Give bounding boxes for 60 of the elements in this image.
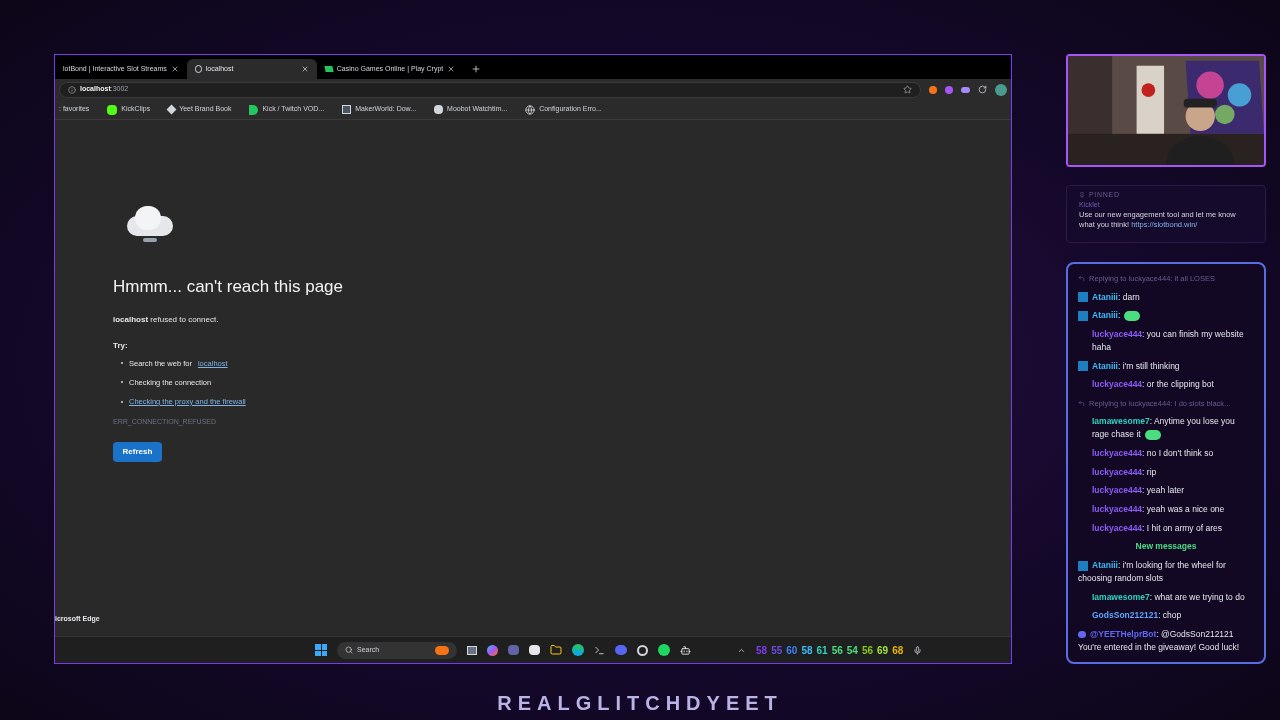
tray-reading: 54 bbox=[846, 643, 858, 658]
tray-reading: 56 bbox=[861, 643, 873, 658]
chat-message: Iamawesome7: what are we trying to do bbox=[1091, 590, 1246, 604]
error-message: localhost refused to connect. bbox=[113, 313, 220, 326]
close-icon[interactable] bbox=[170, 65, 179, 73]
windows-start-icon[interactable] bbox=[315, 644, 327, 656]
chat-message: Ataniii: i'm still thinking bbox=[1078, 359, 1254, 373]
tray-reading: 58 bbox=[756, 643, 768, 658]
reply-icon bbox=[1078, 275, 1085, 282]
chat-message: Ataniii: darn bbox=[1078, 290, 1254, 304]
emote-icon bbox=[1124, 311, 1141, 322]
reply-icon bbox=[1078, 399, 1085, 407]
close-icon[interactable] bbox=[300, 65, 309, 73]
new-messages-divider: New messages bbox=[1134, 540, 1198, 554]
chat-message: luckyace444: yeah later bbox=[1091, 484, 1186, 498]
folder-icon[interactable] bbox=[550, 644, 562, 656]
chat-message: Ataniii: i'm looking for the wheel for choosing random slots bbox=[1078, 558, 1227, 585]
tray-reading: 58 bbox=[801, 643, 813, 658]
hammer-badge-icon bbox=[1078, 560, 1088, 571]
tray-reading: 55 bbox=[771, 643, 783, 658]
chat-message: Iamawesome7: Anytime you lose you rage chase it bbox=[1091, 415, 1236, 442]
profile-avatar[interactable] bbox=[995, 83, 1007, 96]
chat-message: luckyace444: yeah was a nice one bbox=[1091, 503, 1226, 517]
emote-icon bbox=[1144, 430, 1161, 441]
hammer-badge-icon bbox=[1078, 361, 1088, 372]
favorite-star-icon[interactable] bbox=[903, 85, 912, 94]
new-tab-icon[interactable] bbox=[471, 64, 482, 74]
hammer-badge-icon bbox=[1078, 311, 1088, 322]
chat-message: luckyace444: no I don't think so bbox=[1091, 447, 1215, 461]
terminal-icon[interactable] bbox=[594, 644, 605, 656]
microphone-icon[interactable] bbox=[913, 645, 923, 655]
chat-message: luckyace444: or the clipping bot bbox=[1091, 378, 1215, 392]
chat-message: luckyace444: you can finish my website haha bbox=[1091, 327, 1245, 354]
refresh-button[interactable]: Refresh bbox=[113, 441, 162, 462]
chat-message: luckyace444: rip bbox=[1091, 465, 1158, 479]
task-view-icon[interactable] bbox=[467, 645, 477, 655]
bot-badge-icon bbox=[1078, 631, 1086, 639]
chat-message: Ataniii: bbox=[1078, 309, 1254, 323]
tray-reading: 68 bbox=[892, 643, 904, 658]
chat-message: @YEETHelprBot: @GodsSon212121 You're entered in the giveaway! Good luck! bbox=[1078, 627, 1241, 654]
chat-message: GodsSon212121: chop bbox=[1091, 609, 1183, 623]
tray-reading: 56 bbox=[831, 643, 843, 658]
globe-icon bbox=[525, 104, 536, 115]
chat-message: luckyace444: I hit on army of ares bbox=[1091, 521, 1223, 535]
close-icon[interactable] bbox=[447, 65, 456, 73]
d-logo-icon bbox=[249, 104, 259, 115]
try-label: Try: bbox=[113, 339, 129, 352]
channel-name: REALGLITCHDYEET bbox=[496, 691, 784, 716]
hammer-badge-icon bbox=[1078, 292, 1088, 303]
tray-reading: 61 bbox=[816, 643, 828, 658]
search-icon bbox=[345, 646, 353, 654]
tray-reading: 60 bbox=[786, 643, 798, 658]
tray-reading: 69 bbox=[877, 643, 889, 658]
app-icon[interactable] bbox=[680, 644, 691, 656]
info-icon bbox=[68, 85, 76, 94]
pin-icon bbox=[1079, 192, 1085, 198]
refresh-icon[interactable] bbox=[978, 85, 987, 94]
people-icon bbox=[435, 645, 449, 655]
error-heading: Hmmm... can't reach this page bbox=[113, 276, 344, 298]
square-logo-icon bbox=[342, 105, 352, 114]
